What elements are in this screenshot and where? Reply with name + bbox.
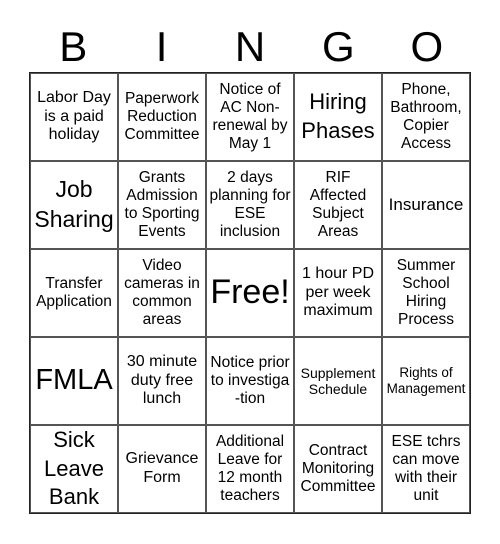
- bingo-cell[interactable]: Additional Leave for 12 month teachers: [206, 425, 294, 513]
- bingo-header: B I N G O: [29, 22, 471, 72]
- bingo-cell[interactable]: Notice prior to investiga -tion: [206, 337, 294, 425]
- bingo-cell[interactable]: Grants Admission to Sporting Events: [118, 161, 206, 249]
- bingo-cell[interactable]: RIF Affected Subject Areas: [294, 161, 382, 249]
- bingo-cell[interactable]: Rights of Management: [382, 337, 470, 425]
- bingo-cell[interactable]: Sick Leave Bank: [30, 425, 118, 513]
- header-letter-o: O: [410, 23, 444, 70]
- header-letter-n: N: [234, 23, 266, 70]
- header-letter-g: G: [322, 23, 355, 70]
- bingo-cell[interactable]: Video cameras in common areas: [118, 249, 206, 337]
- bingo-cell[interactable]: ESE tchrs can move with their unit: [382, 425, 470, 513]
- bingo-grid: Labor Day is a paid holiday Paperwork Re…: [29, 72, 471, 514]
- bingo-cell[interactable]: Transfer Application: [30, 249, 118, 337]
- bingo-cell[interactable]: Grievance Form: [118, 425, 206, 513]
- bingo-cell[interactable]: Hiring Phases: [294, 73, 382, 161]
- bingo-cell[interactable]: 1 hour PD per week maximum: [294, 249, 382, 337]
- bingo-cell[interactable]: Summer School Hiring Process: [382, 249, 470, 337]
- bingo-cell[interactable]: Supplement Schedule: [294, 337, 382, 425]
- bingo-cell[interactable]: Job Sharing: [30, 161, 118, 249]
- bingo-cell[interactable]: 2 days planning for ESE inclusion: [206, 161, 294, 249]
- bingo-cell[interactable]: Insurance: [382, 161, 470, 249]
- bingo-cell[interactable]: Labor Day is a paid holiday: [30, 73, 118, 161]
- bingo-cell[interactable]: Paperwork Reduction Committee: [118, 73, 206, 161]
- bingo-cell[interactable]: Contract Monitoring Committee: [294, 425, 382, 513]
- bingo-cell[interactable]: FMLA: [30, 337, 118, 425]
- header-letter-b: B: [59, 23, 88, 70]
- bingo-cell[interactable]: Notice of AC Non-renewal by May 1: [206, 73, 294, 161]
- bingo-cell[interactable]: Phone, Bathroom, Copier Access: [382, 73, 470, 161]
- bingo-cell[interactable]: 30 minute duty free lunch: [118, 337, 206, 425]
- free-space-cell[interactable]: Free!: [206, 249, 294, 337]
- header-letter-i: I: [155, 23, 168, 70]
